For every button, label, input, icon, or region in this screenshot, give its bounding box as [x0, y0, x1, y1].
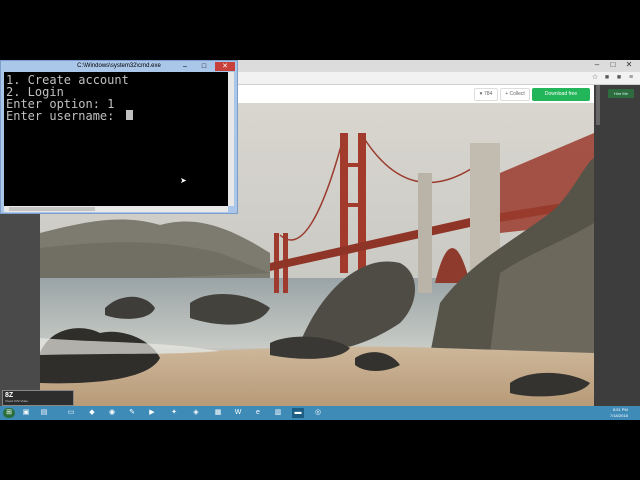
- cmd-minimize-button[interactable]: –: [177, 62, 193, 71]
- page-scrollbar[interactable]: [596, 85, 600, 125]
- collect-button[interactable]: + Collect: [500, 88, 530, 101]
- taskbar-app-icon[interactable]: ✦: [168, 408, 180, 418]
- visual-studio-icon[interactable]: ◈: [190, 408, 202, 418]
- taskbar-app-icon[interactable]: ▥: [272, 408, 284, 418]
- cmd-scroll-thumb[interactable]: [9, 207, 95, 211]
- browser-close-button[interactable]: ✕: [622, 60, 636, 70]
- menu-icon[interactable]: ≡: [626, 73, 636, 83]
- word-icon[interactable]: W: [232, 408, 244, 418]
- like-button[interactable]: ♥ 784: [474, 88, 498, 101]
- cmd-close-button[interactable]: ✕: [215, 62, 235, 71]
- taskbar-app-icon[interactable]: ▤: [38, 408, 50, 418]
- taskbar-app-icon[interactable]: ◆: [86, 408, 98, 418]
- browser-maximize-button[interactable]: □: [606, 60, 620, 70]
- hire-me-button[interactable]: Hire Me: [608, 89, 634, 98]
- cmd-console[interactable]: 1. Create account 2. Login Enter option:…: [4, 72, 234, 206]
- page-right-rail: Hire Me: [594, 85, 640, 406]
- overlay-sublabel: Vivant ICM Video: [5, 399, 29, 403]
- internet-explorer-icon[interactable]: e: [252, 408, 264, 418]
- taskbar-app-icon[interactable]: ▦: [212, 408, 224, 418]
- cmd-vertical-scrollbar[interactable]: [228, 72, 234, 206]
- recorder-overlay[interactable]: 8Z Vivant ICM Video: [2, 390, 74, 406]
- start-button-icon[interactable]: ⊞: [3, 408, 15, 418]
- extension-icon[interactable]: ■: [602, 73, 612, 83]
- console-cursor: [126, 110, 133, 120]
- cmd-maximize-button[interactable]: □: [196, 62, 212, 71]
- cmd-window: C:\Windows\system32\cmd.exe – □ ✕ 1. Cre…: [0, 60, 238, 214]
- browser-minimize-button[interactable]: –: [590, 60, 604, 70]
- extension-icon[interactable]: ■: [614, 73, 624, 83]
- taskbar-app-icon[interactable]: ◎: [312, 408, 324, 418]
- mouse-pointer-icon: ➤: [180, 176, 187, 185]
- clock[interactable]: 8:51 PM 7/18/2018: [610, 407, 628, 419]
- bookmark-star-icon[interactable]: ☆: [590, 73, 600, 83]
- taskbar: ⊞ ▣ ▤ ▭ ◆ ◉ ✎ ▶ ✦ ◈ ▦ W e ▥ ▬ ◎ 8:51 PM …: [0, 406, 640, 420]
- cmd-title-bar[interactable]: C:\Windows\system32\cmd.exe – □ ✕: [1, 61, 237, 72]
- media-player-icon[interactable]: ▶: [146, 408, 158, 418]
- clock-date: 7/18/2018: [610, 413, 628, 418]
- browser-toolbar: ☆ ■ ■ ≡: [238, 72, 640, 85]
- taskbar-app-icon[interactable]: ▣: [20, 408, 32, 418]
- desktop-screen: – □ ✕ ☆ ■ ■ ≡ ♥ 784 + Collect Download f…: [0, 60, 640, 420]
- file-explorer-icon[interactable]: ▭: [65, 408, 77, 418]
- cmd-taskbar-icon[interactable]: ▬: [292, 408, 304, 418]
- cmd-horizontal-scrollbar[interactable]: [4, 206, 228, 212]
- chrome-icon[interactable]: ◉: [106, 408, 118, 418]
- download-free-button[interactable]: Download free: [532, 88, 590, 101]
- taskbar-app-icon[interactable]: ✎: [126, 408, 138, 418]
- console-line: Enter username:: [6, 109, 122, 123]
